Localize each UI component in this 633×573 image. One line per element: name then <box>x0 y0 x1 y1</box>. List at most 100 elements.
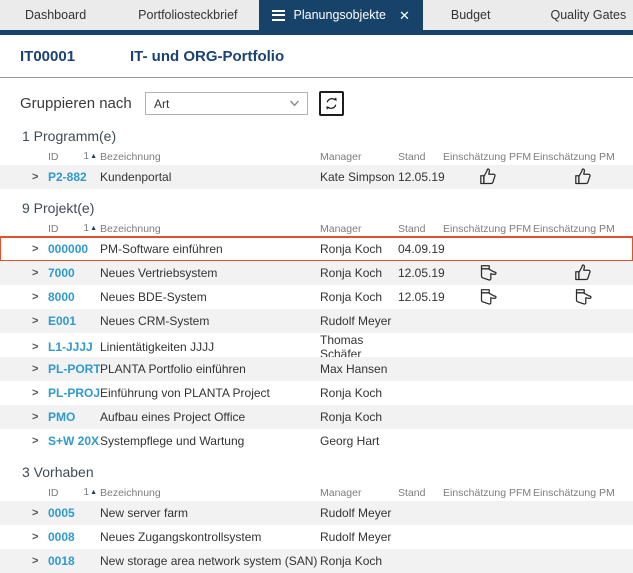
row-manager: Ronja Koch <box>320 386 398 400</box>
row-bezeichnung: Neues Vertriebsystem <box>100 266 320 280</box>
sort-indicator[interactable]: 1▲ <box>84 223 98 234</box>
row-bezeichnung: PLANTA Portfolio einführen <box>100 362 320 376</box>
tab-portfoliosteckbrief[interactable]: Portfoliosteckbrief <box>125 0 250 30</box>
chevron-right-icon[interactable]: > <box>32 531 48 543</box>
row-id-link[interactable]: 0005 <box>48 506 100 520</box>
row-bezeichnung: New storage area network system (SAN) <box>100 554 320 568</box>
row-manager: Rudolf Meyer <box>320 530 398 544</box>
table-row[interactable]: >PL-PROJECTEinführung von PLANTA Project… <box>0 381 633 405</box>
row-id-link[interactable]: PL-PORTFO... <box>48 362 100 376</box>
section-title: 1 Programm(e) <box>22 128 633 144</box>
chevron-right-icon[interactable]: > <box>32 243 48 255</box>
tab-label: Planungsobjekte <box>294 8 386 22</box>
row-manager: Kate Simpson <box>320 170 398 184</box>
chevron-right-icon[interactable]: > <box>32 387 48 399</box>
row-id-link[interactable]: S+W 20XX <box>48 434 100 448</box>
tab-budget[interactable]: Budget <box>438 0 504 30</box>
group-by-select[interactable]: Art <box>145 92 308 115</box>
table-row[interactable]: >L1-JJJJLinientätigkeiten JJJJThomas Sch… <box>0 333 633 357</box>
row-bezeichnung: PM-Software einführen <box>100 242 320 256</box>
row-einschaetzung-pfm <box>443 167 533 187</box>
column-header-einschaetzung-pfm[interactable]: Einschätzung PFM <box>443 223 533 235</box>
table-row[interactable]: >PMOAufbau eines Project OfficeRonja Koc… <box>0 405 633 429</box>
row-manager: Ronja Koch <box>320 290 398 304</box>
row-stand: 04.09.19 <box>398 242 443 256</box>
column-header-einschaetzung-pm[interactable]: Einschätzung PM <box>533 151 633 163</box>
table-row[interactable]: >PL-PORTFO...PLANTA Portfolio einführenM… <box>0 357 633 381</box>
chevron-right-icon[interactable]: > <box>32 315 48 327</box>
row-id-link[interactable]: PL-PROJECT <box>48 386 100 400</box>
hamburger-icon[interactable] <box>272 10 285 21</box>
column-header-bezeichnung[interactable]: Bezeichnung <box>100 487 320 499</box>
row-manager: Ronja Koch <box>320 266 398 280</box>
chevron-right-icon[interactable]: > <box>32 291 48 303</box>
table-row[interactable]: >S+W 20XXSystempflege und WartungGeorg H… <box>0 429 633 453</box>
column-header-id[interactable]: ID1▲ <box>48 151 100 163</box>
row-id-link[interactable]: E001 <box>48 314 100 328</box>
row-einschaetzung-pm <box>533 287 633 307</box>
tab-planungsobjekte[interactable]: Planungsobjekte ✕ <box>259 0 423 30</box>
column-header-manager[interactable]: Manager <box>320 151 398 163</box>
column-header-einschaetzung-pfm[interactable]: Einschätzung PFM <box>443 151 533 163</box>
column-header-einschaetzung-pfm[interactable]: Einschätzung PFM <box>443 487 533 499</box>
column-header-stand[interactable]: Stand <box>398 223 443 235</box>
triangle-up-icon: ▲ <box>90 489 97 496</box>
row-bezeichnung: Einführung von PLANTA Project <box>100 386 320 400</box>
table-row[interactable]: >000000PM-Software einführenRonja Koch04… <box>0 237 633 261</box>
row-manager: Max Hansen <box>320 362 398 376</box>
row-id-link[interactable]: 0018 <box>48 554 100 568</box>
table-row[interactable]: >E001Neues CRM-SystemRudolf Meyer <box>0 309 633 333</box>
table-row[interactable]: >0018New storage area network system (SA… <box>0 549 633 573</box>
column-header-manager[interactable]: Manager <box>320 223 398 235</box>
refresh-button[interactable] <box>319 91 344 116</box>
chevron-right-icon[interactable]: > <box>32 171 48 183</box>
row-id-link[interactable]: 0008 <box>48 530 100 544</box>
chevron-right-icon[interactable]: > <box>32 507 48 519</box>
chevron-right-icon[interactable]: > <box>32 267 48 279</box>
column-header-einschaetzung-pm[interactable]: Einschätzung PM <box>533 223 633 235</box>
chevron-right-icon[interactable]: > <box>32 435 48 447</box>
chevron-right-icon[interactable]: > <box>32 363 48 375</box>
table-row[interactable]: >7000Neues VertriebsystemRonja Koch12.05… <box>0 261 633 285</box>
column-header-stand[interactable]: Stand <box>398 487 443 499</box>
chevron-right-icon[interactable]: > <box>32 341 48 353</box>
chevron-right-icon[interactable]: > <box>32 411 48 423</box>
row-manager: Rudolf Meyer <box>320 314 398 328</box>
triangle-up-icon: ▲ <box>90 225 97 232</box>
row-id-link[interactable]: 8000 <box>48 290 100 304</box>
close-icon[interactable]: ✕ <box>399 9 410 22</box>
table-row[interactable]: >8000Neues BDE-SystemRonja Koch12.05.19 <box>0 285 633 309</box>
column-header-einschaetzung-pm[interactable]: Einschätzung PM <box>533 487 633 499</box>
sort-indicator[interactable]: 1▲ <box>84 487 98 498</box>
row-id-link[interactable]: 7000 <box>48 266 100 280</box>
thumb-sideways-icon <box>478 263 498 283</box>
row-manager: Ronja Koch <box>320 410 398 424</box>
table-row[interactable]: >0008Neues ZugangskontrollsystemRudolf M… <box>0 525 633 549</box>
row-manager: Rudolf Meyer <box>320 506 398 520</box>
sort-indicator[interactable]: 1▲ <box>84 151 98 162</box>
row-manager: Ronja Koch <box>320 554 398 568</box>
chevron-right-icon[interactable]: > <box>32 555 48 567</box>
column-header-manager[interactable]: Manager <box>320 487 398 499</box>
thumb-up-icon <box>573 167 593 187</box>
row-id-link[interactable]: 000000 <box>48 242 100 256</box>
tab-label: Budget <box>451 8 491 22</box>
column-header-stand[interactable]: Stand <box>398 151 443 163</box>
group-by-label: Gruppieren nach <box>20 95 145 112</box>
table-row[interactable]: >0005New server farmRudolf Meyer <box>0 501 633 525</box>
row-bezeichnung: Kundenportal <box>100 170 320 184</box>
tab-label: Dashboard <box>25 8 86 22</box>
table-row[interactable]: >P2-882KundenportalKate Simpson12.05.19 <box>0 165 633 189</box>
column-header-bezeichnung[interactable]: Bezeichnung <box>100 151 320 163</box>
column-header-id[interactable]: ID1▲ <box>48 223 100 235</box>
triangle-up-icon: ▲ <box>90 153 97 160</box>
table-header-row: ID1▲BezeichnungManagerStandEinschätzung … <box>0 148 633 165</box>
column-header-bezeichnung[interactable]: Bezeichnung <box>100 223 320 235</box>
column-header-id[interactable]: ID1▲ <box>48 487 100 499</box>
row-id-link[interactable]: L1-JJJJ <box>48 340 100 354</box>
row-id-link[interactable]: PMO <box>48 410 100 424</box>
row-id-link[interactable]: P2-882 <box>48 170 100 184</box>
table-header-row: ID1▲BezeichnungManagerStandEinschätzung … <box>0 484 633 501</box>
tab-dashboard[interactable]: Dashboard <box>12 0 99 30</box>
tab-quality-gates[interactable]: Quality Gates <box>537 0 633 30</box>
